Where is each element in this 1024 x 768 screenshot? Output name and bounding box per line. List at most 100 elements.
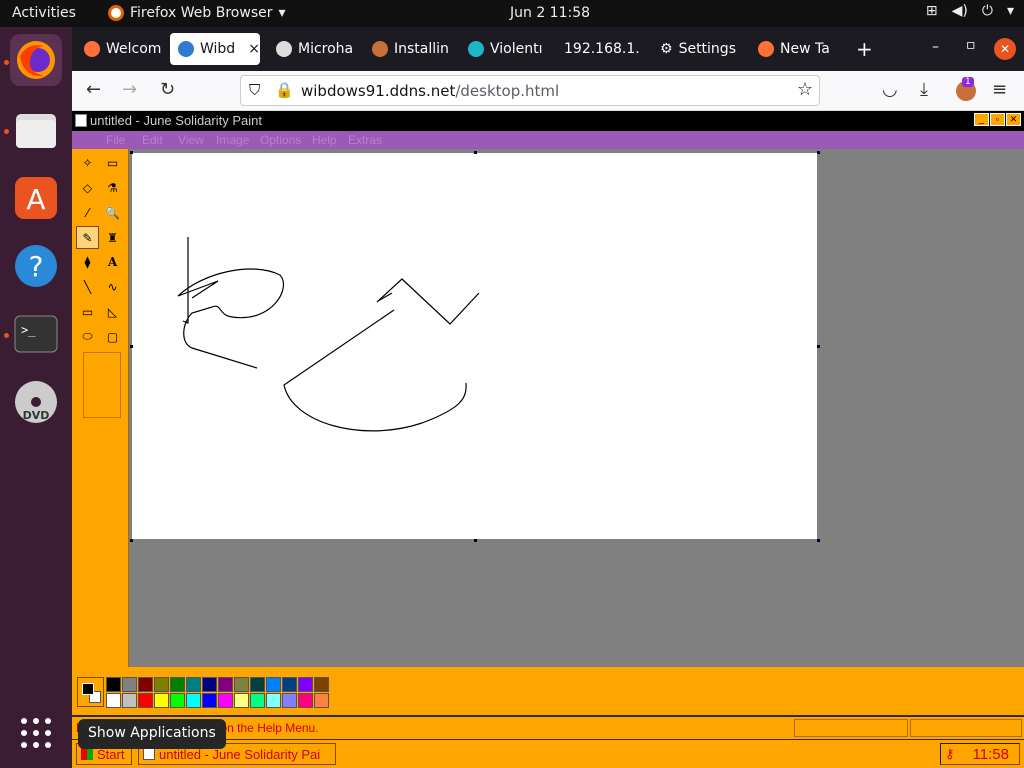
- system-tray[interactable]: ⊞ ◀) ⏻ ▾: [926, 3, 1014, 19]
- downloads-icon[interactable]: ⤓: [920, 79, 928, 100]
- tab-violentmonkey[interactable]: Violentı: [460, 33, 548, 65]
- palette-swatch[interactable]: [250, 693, 265, 708]
- palette-swatch[interactable]: [170, 677, 185, 692]
- dock-software[interactable]: A: [10, 172, 62, 224]
- menu-help[interactable]: Help: [312, 133, 337, 147]
- palette-swatch[interactable]: [282, 693, 297, 708]
- palette-swatch[interactable]: [154, 693, 169, 708]
- canvas-resize-handle[interactable]: [817, 151, 820, 154]
- tab-installing[interactable]: Installin: [364, 33, 452, 65]
- menu-options[interactable]: Options: [260, 133, 301, 147]
- line-tool[interactable]: ╲: [76, 275, 99, 298]
- lock-icon[interactable]: 🔒: [275, 81, 294, 99]
- menu-edit[interactable]: Edit: [142, 133, 163, 147]
- rectangle-tool[interactable]: ▭: [76, 300, 99, 323]
- airbrush-tool[interactable]: ⧫: [76, 250, 99, 273]
- palette-swatch[interactable]: [266, 693, 281, 708]
- palette-swatch[interactable]: [138, 677, 153, 692]
- menu-extras[interactable]: Extras: [348, 133, 382, 147]
- dock-help[interactable]: ?: [10, 240, 62, 292]
- canvas-resize-handle[interactable]: [474, 151, 477, 154]
- fill-tool[interactable]: ⚗: [101, 176, 124, 199]
- palette-swatch[interactable]: [186, 677, 201, 692]
- restore-window-button[interactable]: ▫: [966, 37, 976, 53]
- magnifier-tool[interactable]: 🔍: [101, 201, 124, 224]
- canvas-resize-handle[interactable]: [130, 151, 133, 154]
- free-select-tool[interactable]: ✧: [76, 151, 99, 174]
- palette-swatch[interactable]: [138, 693, 153, 708]
- palette-swatch[interactable]: [106, 693, 121, 708]
- palette-swatch[interactable]: [266, 677, 281, 692]
- palette-swatch[interactable]: [282, 677, 297, 692]
- forward-button[interactable]: →: [122, 79, 137, 100]
- palette-swatch[interactable]: [298, 693, 313, 708]
- palette-swatch[interactable]: [122, 677, 137, 692]
- canvas-resize-handle[interactable]: [817, 539, 820, 542]
- polygon-tool[interactable]: ◺: [101, 300, 124, 323]
- canvas-resize-handle[interactable]: [474, 539, 477, 542]
- pencil-tool[interactable]: ✎: [76, 226, 99, 249]
- dock-files[interactable]: [10, 104, 62, 156]
- palette-swatch[interactable]: [202, 693, 217, 708]
- app-menu[interactable]: Firefox Web Browser ▾: [108, 5, 286, 21]
- show-applications-button[interactable]: [10, 707, 62, 759]
- shield-icon[interactable]: ⛉: [249, 81, 260, 99]
- palette-swatch[interactable]: [218, 693, 233, 708]
- new-tab-button[interactable]: +: [856, 37, 873, 61]
- paint-maximize-button[interactable]: ▫: [990, 113, 1005, 126]
- drawing-canvas[interactable]: [132, 153, 817, 539]
- ellipse-tool[interactable]: ⬭: [76, 325, 99, 348]
- curve-tool[interactable]: ∿: [101, 275, 124, 298]
- address-bar[interactable]: ⛉ 🔒 wibdows91.ddns.net/desktop.html ☆: [240, 75, 820, 106]
- tab-new-tab[interactable]: New Ta: [750, 33, 838, 65]
- canvas-resize-handle[interactable]: [130, 539, 133, 542]
- text-tool[interactable]: A: [101, 250, 124, 273]
- tab-wibdows[interactable]: Wibd ×: [170, 33, 260, 65]
- tab-close-button[interactable]: ×: [248, 41, 260, 57]
- back-button[interactable]: ←: [86, 79, 101, 100]
- taskbar-clock[interactable]: ⚷ 11:58: [940, 743, 1020, 765]
- menu-image[interactable]: Image: [216, 133, 249, 147]
- palette-swatch[interactable]: [202, 677, 217, 692]
- bookmark-star-icon[interactable]: ☆: [797, 79, 813, 100]
- paint-title-bar[interactable]: untitled - June Solidarity Paint _ ▫ ✕: [72, 111, 1024, 131]
- tab-welcome[interactable]: Welcom: [76, 33, 164, 65]
- palette-swatch[interactable]: [314, 677, 329, 692]
- palette-swatch[interactable]: [234, 677, 249, 692]
- palette-swatch[interactable]: [186, 693, 201, 708]
- menu-file[interactable]: File: [106, 133, 125, 147]
- palette-swatch[interactable]: [234, 693, 249, 708]
- canvas-resize-handle[interactable]: [130, 345, 133, 348]
- rect-select-tool[interactable]: ▭: [101, 151, 124, 174]
- color-picker-tool[interactable]: ⁄: [76, 201, 99, 224]
- activities-button[interactable]: Activities: [12, 5, 76, 21]
- menu-icon[interactable]: ≡: [992, 79, 1007, 100]
- palette-swatch[interactable]: [122, 693, 137, 708]
- brush-tool[interactable]: ♜: [101, 226, 124, 249]
- palette-swatch[interactable]: [170, 693, 185, 708]
- dock-dvd[interactable]: DVD: [10, 376, 62, 428]
- palette-swatch[interactable]: [154, 677, 169, 692]
- palette-swatch[interactable]: [250, 677, 265, 692]
- palette-swatch[interactable]: [218, 677, 233, 692]
- palette-swatch[interactable]: [298, 677, 313, 692]
- eraser-tool[interactable]: ◇: [76, 176, 99, 199]
- menu-view[interactable]: View: [178, 133, 204, 147]
- rounded-rect-tool[interactable]: ▢: [101, 325, 124, 348]
- tab-router[interactable]: 192.168.1.: [556, 33, 644, 65]
- paint-close-button[interactable]: ✕: [1006, 113, 1021, 126]
- canvas-resize-handle[interactable]: [817, 345, 820, 348]
- minimize-window-button[interactable]: –: [932, 39, 939, 55]
- dock-terminal[interactable]: >_: [10, 308, 62, 360]
- clock[interactable]: Jun 2 11:58: [510, 5, 590, 21]
- paint-minimize-button[interactable]: _: [974, 113, 989, 126]
- palette-swatch[interactable]: [314, 693, 329, 708]
- tool-options[interactable]: [83, 352, 121, 418]
- current-colors[interactable]: [77, 677, 104, 707]
- tab-settings[interactable]: ⚙ Settings: [652, 33, 742, 65]
- reload-button[interactable]: ↻: [160, 79, 175, 100]
- tab-microhard[interactable]: Microha: [268, 33, 356, 65]
- pocket-icon[interactable]: ◡: [882, 79, 898, 100]
- close-window-button[interactable]: ✕: [994, 38, 1016, 60]
- dock-firefox[interactable]: [10, 34, 62, 86]
